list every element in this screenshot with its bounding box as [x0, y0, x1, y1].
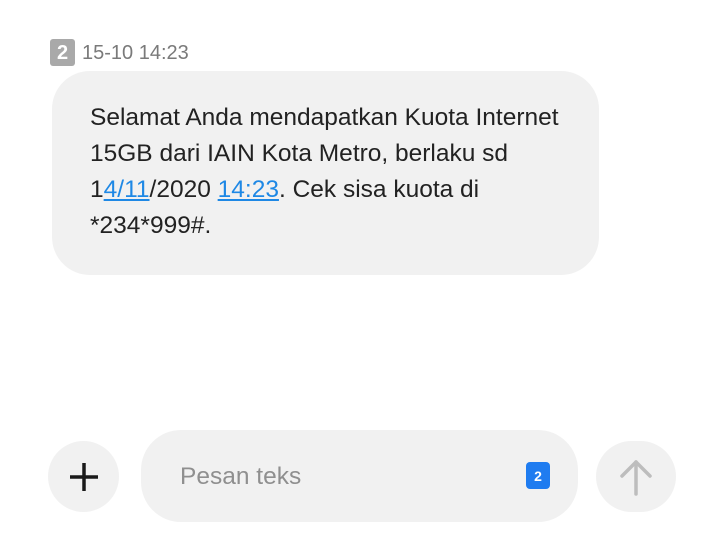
arrow-up-icon	[620, 459, 652, 496]
date-link[interactable]: 4/11	[104, 176, 150, 203]
plus-icon	[69, 462, 98, 491]
message-timestamp: 15-10 14:23	[82, 41, 189, 64]
time-link[interactable]: 14:23	[218, 176, 279, 203]
sim-selector[interactable]: 2	[526, 462, 550, 489]
message-input[interactable]: Pesan teks 2	[141, 430, 578, 522]
sim-badge: 2	[50, 39, 75, 66]
message-bubble[interactable]: Selamat Anda mendapatkan Kuota Internet …	[52, 71, 599, 275]
add-attachment-button[interactable]	[48, 441, 119, 512]
message-text-part2: /2020	[149, 176, 218, 203]
message-input-placeholder: Pesan teks	[180, 463, 302, 490]
message-text: Selamat Anda mendapatkan Kuota Internet …	[90, 100, 569, 244]
message-thread: 2 15-10 14:23 Selamat Anda mendapatkan K…	[0, 0, 720, 559]
send-button[interactable]	[596, 441, 676, 512]
message-meta: 2 15-10 14:23	[50, 39, 189, 66]
